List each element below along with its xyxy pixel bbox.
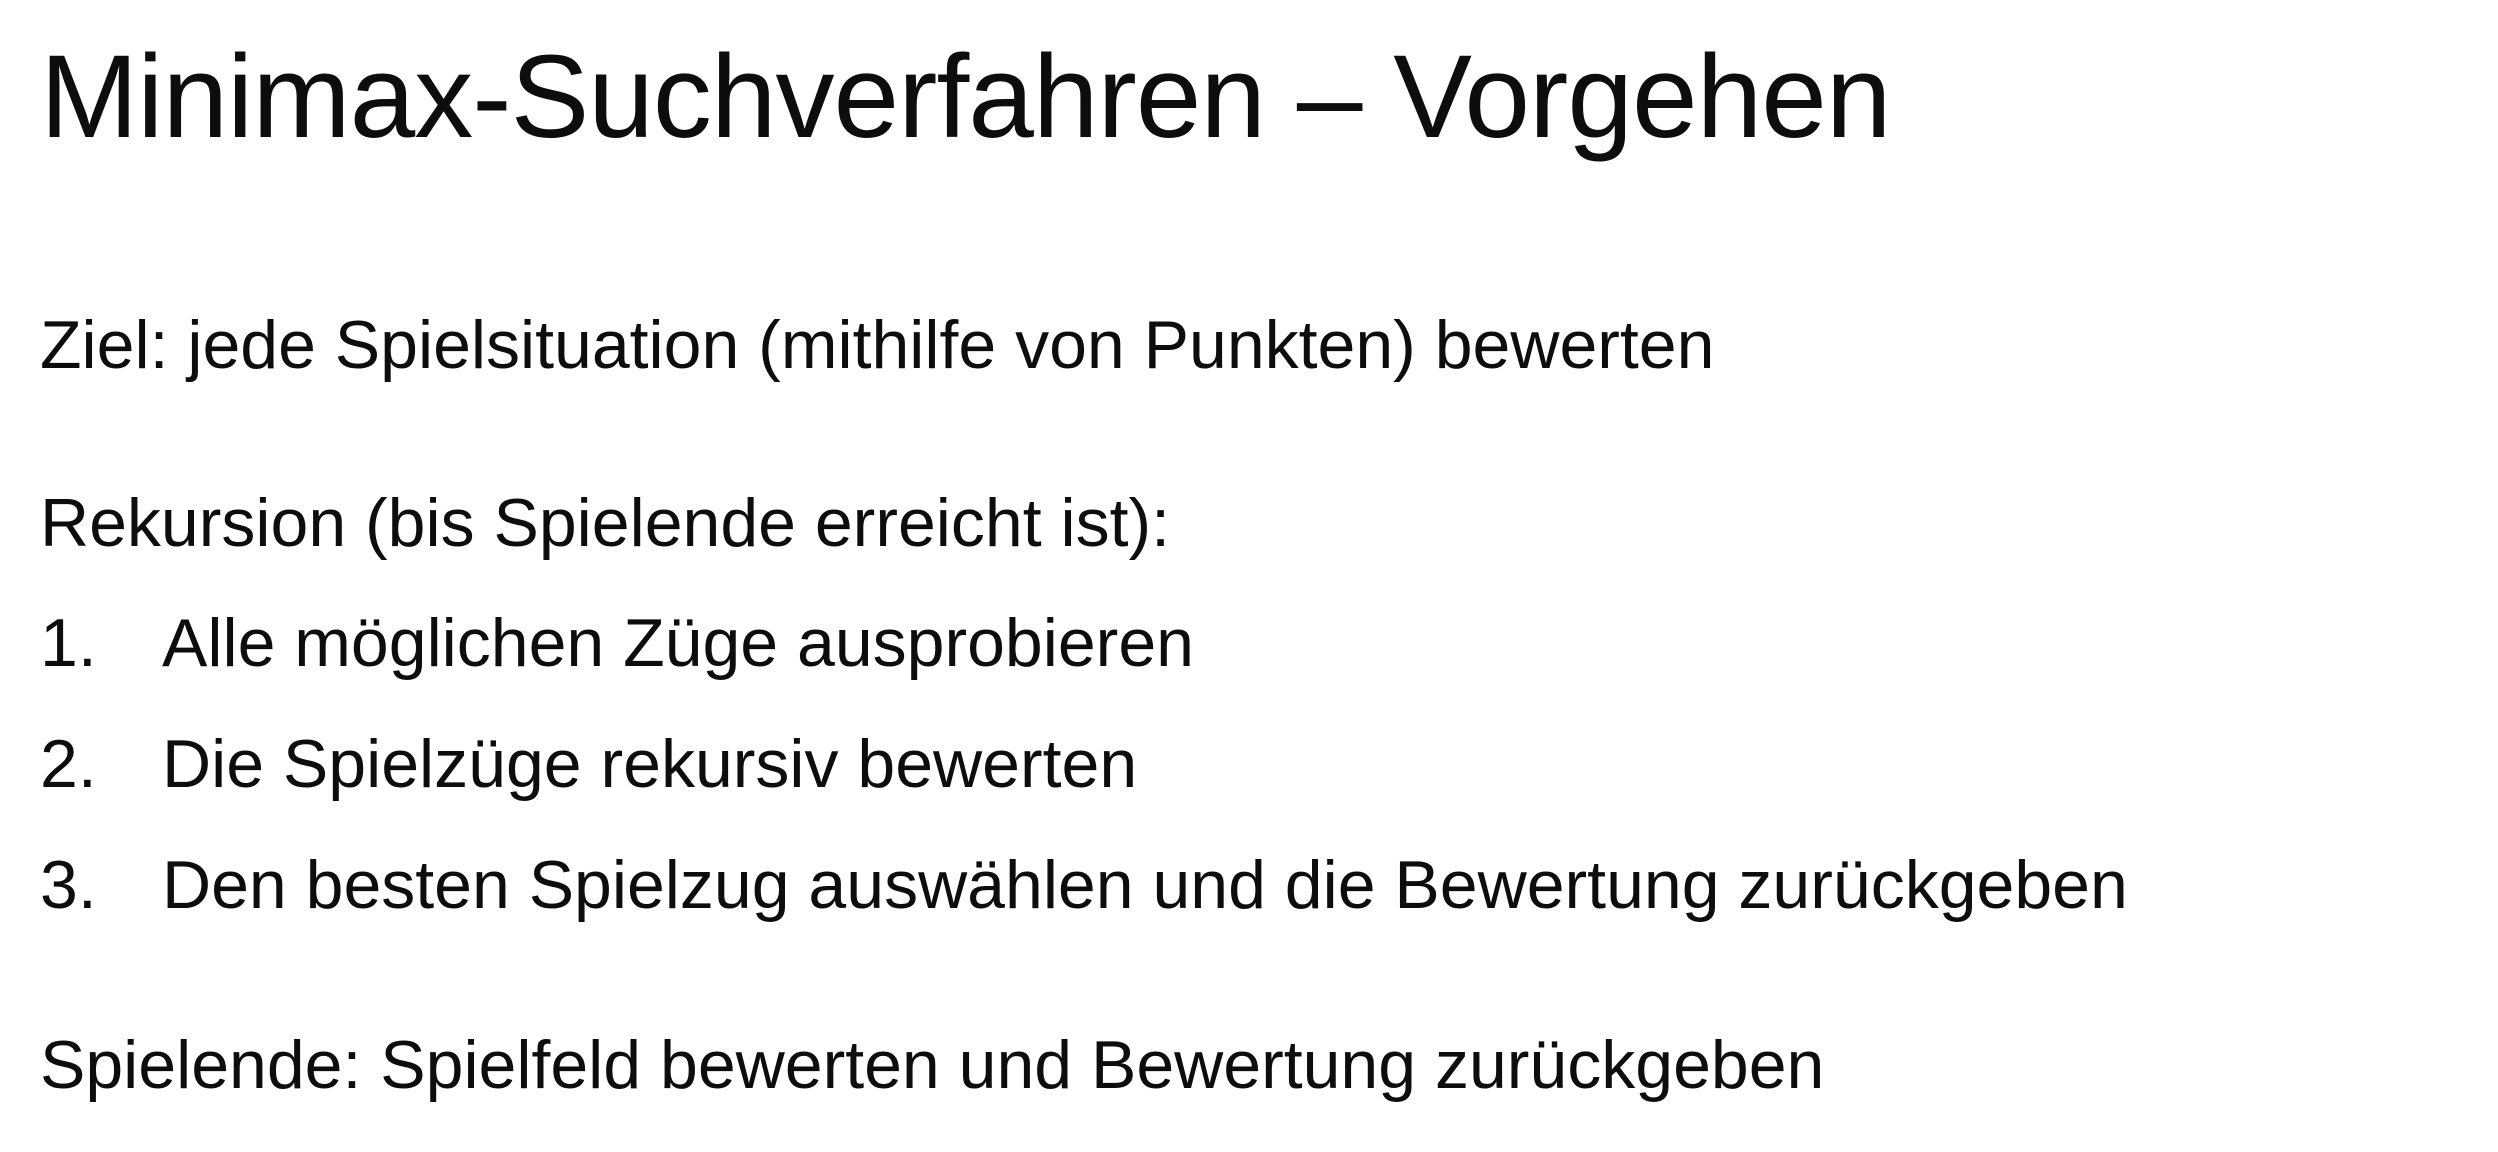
list-item: 2. Die Spielzüge rekursiv bewerten: [40, 724, 2128, 845]
slide-title: Minimax-Suchverfahren – Vorgehen: [40, 31, 1891, 163]
step-number: 3.: [40, 847, 97, 923]
list-item: 1. Alle möglichen Züge ausprobieren: [40, 603, 2128, 724]
goal-text: Ziel: jede Spielsituation (mithilfe von …: [40, 307, 1715, 383]
step-text: Den besten Spielzug auswählen und die Be…: [162, 847, 2128, 923]
slide: Minimax-Suchverfahren – Vorgehen Ziel: j…: [0, 0, 2498, 1152]
game-end-text: Spielende: Spielfeld bewerten und Bewert…: [40, 1027, 1825, 1103]
recursion-intro: Rekursion (bis Spielende erreicht ist):: [40, 485, 1171, 561]
step-text: Alle möglichen Züge ausprobieren: [162, 605, 1194, 681]
list-item: 3. Den besten Spielzug auswählen und die…: [40, 845, 2128, 966]
steps-list: 1. Alle möglichen Züge ausprobieren 2. D…: [40, 603, 2128, 966]
step-number: 1.: [40, 605, 97, 681]
step-number: 2.: [40, 726, 97, 802]
step-text: Die Spielzüge rekursiv bewerten: [162, 726, 1138, 802]
